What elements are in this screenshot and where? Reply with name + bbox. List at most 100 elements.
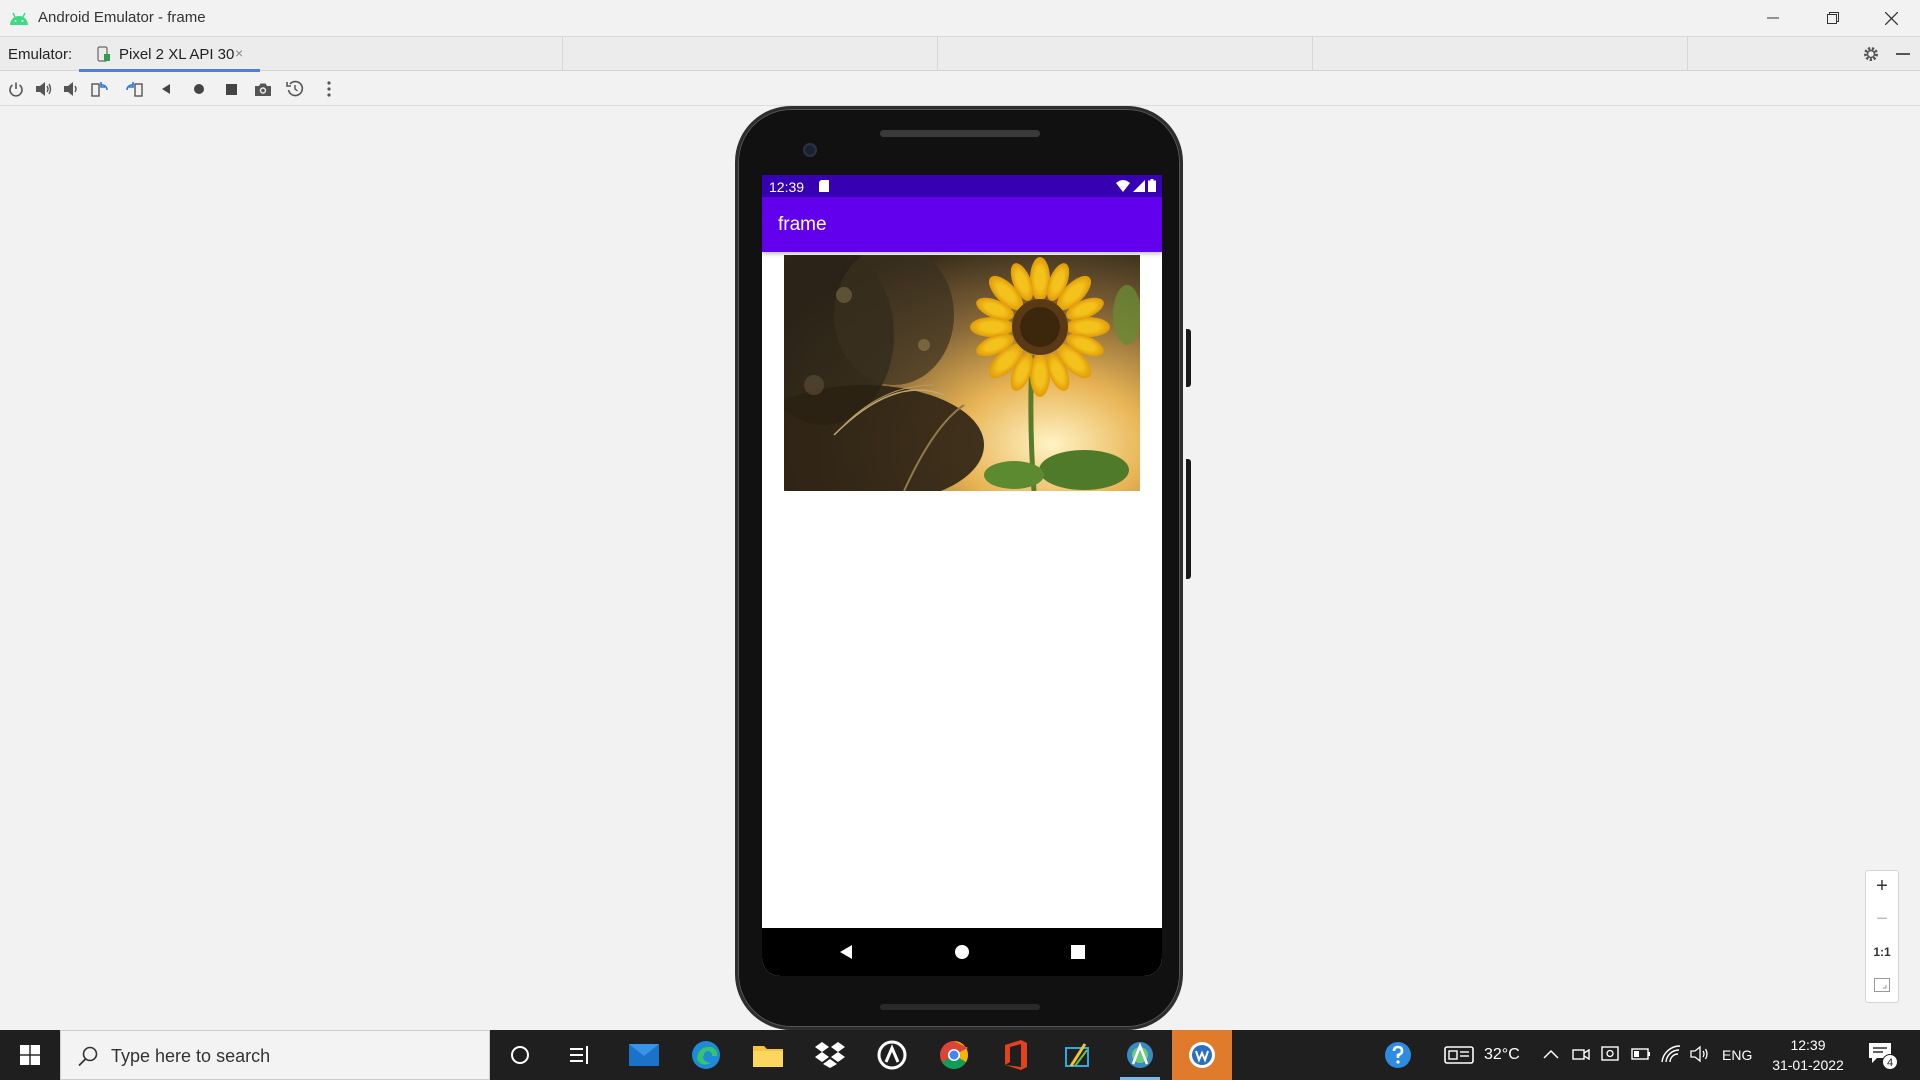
minimize-button[interactable]	[1744, 0, 1802, 36]
hide-panel-icon[interactable]	[1896, 53, 1910, 55]
volume-tray-icon[interactable]	[1690, 1045, 1710, 1063]
back-icon	[162, 84, 170, 94]
volume-key[interactable]	[1186, 459, 1191, 579]
taskbar-search[interactable]: Type here to search	[60, 1030, 490, 1080]
temperature-text[interactable]: 32°C	[1484, 1046, 1520, 1064]
tab-separator	[1687, 37, 1688, 71]
restore-icon	[1827, 12, 1839, 24]
snipping-icon	[1065, 1043, 1089, 1067]
android-nav-bar	[762, 928, 1162, 976]
chevron-up-icon[interactable]	[1543, 1049, 1559, 1059]
overview-icon	[225, 83, 237, 95]
nav-back-icon	[840, 945, 852, 959]
zoom-controls: + − 1:1	[1865, 870, 1899, 1003]
start-button[interactable]	[0, 1030, 60, 1080]
earpiece	[880, 130, 1040, 137]
taskbar-date: 31-01-2022	[1772, 1057, 1844, 1073]
cortana-button[interactable]	[492, 1030, 548, 1080]
more-options-button[interactable]	[318, 78, 340, 100]
battery-tray-icon[interactable]	[1631, 1047, 1651, 1061]
system-icons	[1116, 179, 1156, 192]
search-placeholder: Type here to search	[111, 1046, 271, 1066]
edge-icon	[692, 1041, 720, 1069]
language-indicator[interactable]: ENG	[1722, 1047, 1752, 1063]
android-status-bar: 12:39	[762, 175, 1162, 197]
volume-down-icon	[64, 82, 77, 96]
zoom-fit-button[interactable]	[1866, 970, 1898, 1000]
meet-now-icon[interactable]	[1572, 1045, 1590, 1063]
window-title: Android Emulator - frame	[38, 9, 206, 26]
screenshot-button[interactable]	[252, 78, 274, 100]
tab-pixel-2-xl[interactable]: Pixel 2 XL API 30 ×	[79, 37, 260, 72]
sunflower-photo-illustration	[784, 255, 1140, 491]
app-title: frame	[778, 214, 827, 235]
taskbar-office[interactable]	[988, 1030, 1044, 1080]
bottom-speaker	[880, 1004, 1040, 1010]
taskbar-time: 12:39	[1790, 1037, 1826, 1053]
taskbar-android-studio[interactable]	[1112, 1030, 1168, 1080]
device-screen[interactable]: 12:39 frame	[762, 175, 1162, 976]
front-camera	[803, 143, 817, 157]
rotate-right-icon	[126, 82, 143, 97]
windows-taskbar: Type here to search 32°C ENG 12:39 31-01…	[0, 1030, 1920, 1080]
close-button[interactable]	[1862, 0, 1920, 36]
task-view-icon	[570, 1046, 588, 1064]
sunflower-image	[784, 255, 1140, 491]
nav-home-button[interactable]	[950, 940, 974, 964]
sd-card-icon	[819, 180, 829, 192]
nav-overview-icon	[1071, 945, 1085, 959]
taskbar-file-explorer[interactable]	[740, 1030, 796, 1080]
overview-button[interactable]	[220, 78, 242, 100]
help-tray-button[interactable]	[1370, 1030, 1426, 1080]
device-icon	[97, 46, 110, 62]
rotate-right-button[interactable]	[123, 78, 145, 100]
taskbar-edge[interactable]	[678, 1030, 734, 1080]
nav-back-button[interactable]	[834, 940, 858, 964]
taskbar-snipping-tool[interactable]	[1050, 1030, 1106, 1080]
action-center-button[interactable]: 4	[1862, 1040, 1902, 1070]
taskbar-chrome[interactable]	[926, 1030, 982, 1080]
taskbar-emulator-active[interactable]	[1172, 1030, 1232, 1080]
app-bar: frame	[762, 197, 1162, 252]
rotate-left-button[interactable]	[89, 78, 111, 100]
notification-count-badge: 4	[1882, 1054, 1898, 1070]
taskbar-clock[interactable]: 12:39 31-01-2022	[1766, 1035, 1850, 1075]
mail-icon	[629, 1044, 659, 1066]
signal-icon	[1133, 179, 1145, 192]
emulator-app-icon	[1189, 1042, 1215, 1068]
task-view-button[interactable]	[552, 1030, 608, 1080]
zoom-out-button[interactable]: −	[1866, 904, 1898, 934]
zoom-actual-size-button[interactable]: 1:1	[1866, 937, 1898, 967]
device-sync-icon[interactable]	[1601, 1045, 1621, 1063]
tab-separator	[1312, 37, 1313, 71]
search-icon	[78, 1046, 98, 1067]
taskbar-dropbox[interactable]	[802, 1030, 858, 1080]
taskbar-mail[interactable]	[616, 1030, 672, 1080]
snapshot-icon	[286, 80, 304, 97]
volume-up-button[interactable]	[33, 78, 55, 100]
android-studio-icon	[1127, 1042, 1153, 1068]
volume-down-button[interactable]	[60, 78, 82, 100]
title-bar: Android Emulator - frame	[0, 0, 1920, 36]
home-button[interactable]	[188, 78, 210, 100]
restore-button[interactable]	[1804, 0, 1862, 36]
tab-label: Pixel 2 XL API 30	[119, 46, 235, 63]
nav-overview-button[interactable]	[1066, 940, 1090, 964]
tab-separator	[937, 37, 938, 71]
camera-icon	[255, 83, 271, 96]
tab-close-icon[interactable]: ×	[235, 45, 243, 61]
gear-icon[interactable]	[1862, 45, 1880, 63]
chrome-icon	[940, 1041, 968, 1069]
taskbar-app-circle[interactable]	[864, 1030, 920, 1080]
power-button[interactable]	[5, 78, 27, 100]
minimize-icon	[1767, 17, 1779, 19]
wifi-tray-icon[interactable]	[1661, 1045, 1681, 1063]
windows-logo-icon	[20, 1045, 40, 1065]
folder-icon	[753, 1046, 783, 1067]
zoom-in-button[interactable]: +	[1866, 871, 1898, 901]
snapshot-button[interactable]	[284, 78, 306, 100]
power-key[interactable]	[1186, 329, 1191, 387]
app-logo-icon	[877, 1040, 907, 1070]
back-button[interactable]	[155, 78, 177, 100]
close-icon	[1884, 11, 1898, 25]
